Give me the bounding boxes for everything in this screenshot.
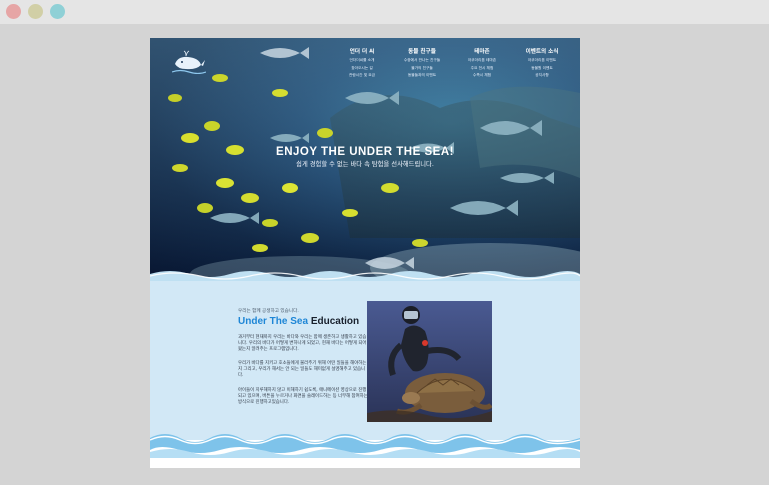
close-window-button[interactable] — [6, 4, 21, 19]
nav-subitem[interactable]: 관람시간 및 요금 — [332, 72, 392, 80]
education-paragraph: 아이들이 지루해하지 않고 이해하기 쉽도록, 애니메이션 영상으로 진행되고 … — [238, 387, 368, 405]
minimize-window-button[interactable] — [28, 4, 43, 19]
whale-icon[interactable] — [172, 50, 206, 74]
webpage-viewport: 언더 더 씨 언더더씨를 소개 찾아오시는 길 관람시간 및 요금 동물 친구들… — [150, 38, 580, 468]
nav-subitem[interactable]: 찾아오시는 길 — [332, 65, 392, 73]
nav-subitem[interactable]: 수족시 체험 — [452, 72, 512, 80]
education-paragraph: 우리가 바다를 지키고 호소들에게 불러주기 위해 어떤 일들을 해야하는지 그… — [238, 361, 367, 379]
nav-menu-themezone: 테마존 아쿠아리움 테마존 주요 전시 체험 수족시 체험 — [452, 47, 512, 80]
nav-subitem[interactable]: 물가의 친구들 — [392, 65, 452, 73]
nav-subitem[interactable]: 아쿠아리움 이벤트 — [512, 57, 572, 65]
nav-subitem[interactable]: 아쿠아리움 테마존 — [452, 57, 512, 65]
nav-menu-about: 언더 더 씨 언더더씨를 소개 찾아오시는 길 관람시간 및 요금 — [332, 47, 392, 80]
nav-title-animals[interactable]: 동물 친구들 — [392, 47, 452, 57]
education-heading: Under The Sea Education — [238, 316, 368, 327]
nav-subitem[interactable]: 주요 전시 체험 — [452, 65, 512, 73]
nav-subitem[interactable]: 동물들과의 이벤트 — [392, 72, 452, 80]
nav-subitem[interactable]: 동물원 이벤트 — [512, 65, 572, 73]
education-kicker: 우리는 함께 공생하고 있습니다. — [238, 309, 299, 314]
hero-title: ENJOY THE UNDER THE SEA! — [276, 146, 454, 158]
nav-title-events[interactable]: 이벤트의 소식 — [512, 47, 572, 57]
nav-subitem[interactable]: 수중에서 만나는 친구들 — [392, 57, 452, 65]
nav-menu-animals: 동물 친구들 수중에서 만나는 친구들 물가의 친구들 동물들과의 이벤트 — [392, 47, 452, 80]
water-wave-divider — [150, 434, 580, 468]
nav-menu-events: 이벤트의 소식 아쿠아리움 이벤트 동물원 이벤트 공지사항 — [512, 47, 572, 80]
diver-turtle-illustration — [367, 301, 492, 422]
main-navigation: 언더 더 씨 언더더씨를 소개 찾아오시는 길 관람시간 및 요금 동물 친구들… — [332, 47, 572, 97]
education-section: 우리는 함께 공생하고 있습니다. Under The Sea Educatio… — [150, 281, 580, 468]
browser-title-bar — [0, 0, 769, 24]
hero-text-block: ENJOY THE UNDER THE SEA! 쉽게 경험할 수 없는 바다 … — [150, 146, 580, 168]
education-heading-accent: Under The Sea — [238, 316, 309, 327]
nav-subitem[interactable]: 언더더씨를 소개 — [332, 57, 392, 65]
education-text-block: 우리는 함께 공생하고 있습니다. Under The Sea Educatio… — [238, 308, 368, 406]
nav-title-themezone[interactable]: 테마존 — [452, 47, 512, 57]
maximize-window-button[interactable] — [50, 4, 65, 19]
education-paragraph: 과거부터 현재까지 우리는 바다와 우리는 함께 생존하고 생활하고 있습니다.… — [238, 335, 367, 353]
diver-turtle-photo — [367, 301, 492, 422]
nav-subitem[interactable]: 공지사항 — [512, 72, 572, 80]
education-heading-rest: Education — [310, 316, 360, 327]
hero-section: 언더 더 씨 언더더씨를 소개 찾아오시는 길 관람시간 및 요금 동물 친구들… — [150, 38, 580, 281]
hero-subtitle: 쉽게 경험할 수 없는 바다 속 탐험을 선사해드립니다. — [296, 161, 434, 168]
nav-title-about[interactable]: 언더 더 씨 — [332, 47, 392, 57]
